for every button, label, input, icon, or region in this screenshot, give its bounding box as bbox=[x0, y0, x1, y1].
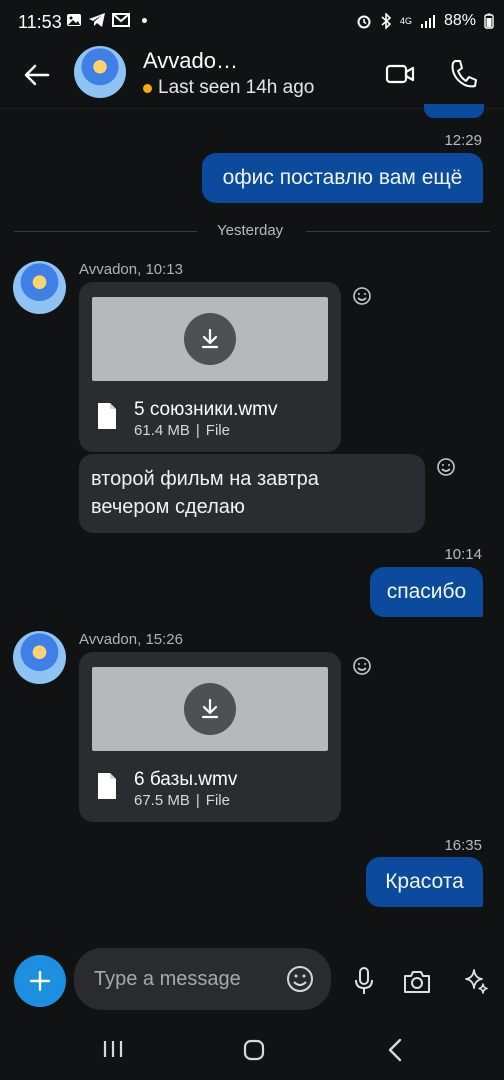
status-time: 11:53 bbox=[18, 12, 62, 32]
battery-percent: 88% bbox=[443, 12, 476, 29]
home-button[interactable] bbox=[243, 1039, 265, 1066]
signal-icon bbox=[420, 15, 435, 28]
phone-icon bbox=[451, 60, 477, 88]
ai-assist-button[interactable] bbox=[462, 967, 490, 1000]
download-button[interactable] bbox=[184, 683, 236, 735]
sender-label: Avvadon, 15:26 bbox=[79, 631, 183, 648]
download-icon bbox=[201, 698, 219, 719]
react-button[interactable] bbox=[436, 457, 456, 482]
file-icon bbox=[98, 773, 116, 799]
emoji-button[interactable] bbox=[286, 965, 314, 998]
sender-avatar[interactable] bbox=[13, 631, 66, 684]
outgoing-message[interactable]: спасибо bbox=[370, 567, 483, 617]
file-preview[interactable] bbox=[92, 297, 328, 381]
video-call-button[interactable] bbox=[384, 58, 416, 90]
network-type: 4G bbox=[399, 15, 412, 26]
back-button[interactable] bbox=[22, 60, 52, 90]
message-time: 16:35 bbox=[444, 837, 482, 854]
outgoing-message[interactable]: Красота bbox=[366, 857, 483, 907]
contact-avatar[interactable] bbox=[74, 46, 126, 98]
alarm-icon bbox=[357, 15, 371, 29]
date-divider: Yesterday bbox=[217, 222, 284, 239]
bluetooth-icon bbox=[381, 13, 392, 29]
react-button[interactable] bbox=[352, 286, 372, 311]
voice-call-button[interactable] bbox=[448, 58, 478, 90]
file-message[interactable]: 6 базы.wmv 67.5 MB | File bbox=[79, 652, 341, 822]
plus-icon bbox=[29, 970, 51, 992]
contact-name[interactable]: Avvado… bbox=[143, 48, 238, 74]
incoming-message[interactable]: второй фильм на завтра вечером сделаю bbox=[79, 454, 425, 533]
file-size: 61.4 MB bbox=[134, 422, 190, 439]
file-kind: File bbox=[205, 792, 230, 809]
react-button[interactable] bbox=[352, 656, 372, 681]
divider-line-left bbox=[14, 231, 197, 232]
chat-header: Avvado… Last seen 14h ago bbox=[0, 44, 504, 109]
message-line-1: второй фильм на завтра bbox=[91, 468, 319, 490]
presence-status: Last seen 14h ago bbox=[143, 77, 314, 99]
back-nav-button[interactable] bbox=[386, 1038, 404, 1067]
presence-dot bbox=[143, 83, 152, 93]
status-right: 4G 88% bbox=[356, 12, 494, 30]
system-navigation-bar bbox=[0, 1020, 504, 1080]
file-name: 5 союзники.wmv bbox=[134, 399, 278, 420]
file-icon bbox=[98, 403, 116, 429]
video-camera-icon bbox=[385, 64, 415, 84]
download-icon bbox=[201, 328, 219, 349]
message-text: офис поставлю вам ещё bbox=[222, 166, 463, 189]
chevron-left-icon bbox=[388, 1038, 402, 1062]
download-button[interactable] bbox=[184, 313, 236, 365]
mail-icon bbox=[112, 13, 130, 27]
microphone-icon bbox=[355, 967, 373, 994]
meta-separator: | bbox=[195, 422, 200, 439]
message-input[interactable]: Type a message bbox=[74, 948, 331, 1010]
message-line-2: вечером сделаю bbox=[91, 496, 245, 518]
sender-avatar[interactable] bbox=[13, 261, 66, 314]
message-time: 12:29 bbox=[444, 132, 482, 149]
message-time: 10:14 bbox=[444, 546, 482, 563]
add-attachment-button[interactable] bbox=[14, 955, 66, 1007]
previous-message-bubble[interactable] bbox=[424, 104, 484, 118]
file-meta: 67.5 MB | File bbox=[134, 792, 230, 809]
emoji-icon bbox=[437, 458, 455, 476]
file-kind: File bbox=[205, 422, 230, 439]
divider-line-right bbox=[306, 231, 490, 232]
voice-message-button[interactable] bbox=[352, 966, 376, 1001]
file-preview[interactable] bbox=[92, 667, 328, 751]
file-name: 6 базы.wmv bbox=[134, 769, 238, 790]
file-message[interactable]: 5 союзники.wmv 61.4 MB | File bbox=[79, 282, 341, 452]
home-icon bbox=[243, 1039, 265, 1061]
emoji-icon bbox=[353, 657, 371, 675]
camera-button[interactable] bbox=[403, 968, 431, 999]
battery-icon bbox=[484, 13, 494, 29]
message-text: спасибо bbox=[386, 580, 467, 603]
emoji-icon bbox=[353, 287, 371, 305]
emoji-icon bbox=[287, 966, 313, 992]
outgoing-message[interactable]: офис поставлю вам ещё bbox=[202, 153, 483, 203]
notification-icons bbox=[66, 12, 147, 28]
recent-apps-icon bbox=[103, 1041, 123, 1057]
message-input-placeholder: Type a message bbox=[94, 968, 241, 990]
message-text: Красота bbox=[385, 870, 464, 893]
recent-apps-button[interactable] bbox=[102, 1039, 124, 1064]
status-bar: 11:53 4G 88% bbox=[0, 0, 504, 44]
more-notifications-dot bbox=[142, 17, 147, 23]
gallery-icon bbox=[67, 14, 81, 26]
file-size: 67.5 MB bbox=[134, 792, 190, 809]
last-seen-text: Last seen 14h ago bbox=[158, 77, 315, 98]
file-meta: 61.4 MB | File bbox=[134, 422, 230, 439]
arrow-left-icon bbox=[24, 64, 50, 86]
message-text: второй фильм на завтра вечером сделаю bbox=[91, 465, 319, 521]
camera-icon bbox=[404, 971, 430, 993]
telegram-icon bbox=[89, 13, 105, 27]
sender-label: Avvadon, 10:13 bbox=[79, 261, 183, 278]
sparkle-icon bbox=[465, 969, 488, 994]
meta-separator: | bbox=[195, 792, 200, 809]
